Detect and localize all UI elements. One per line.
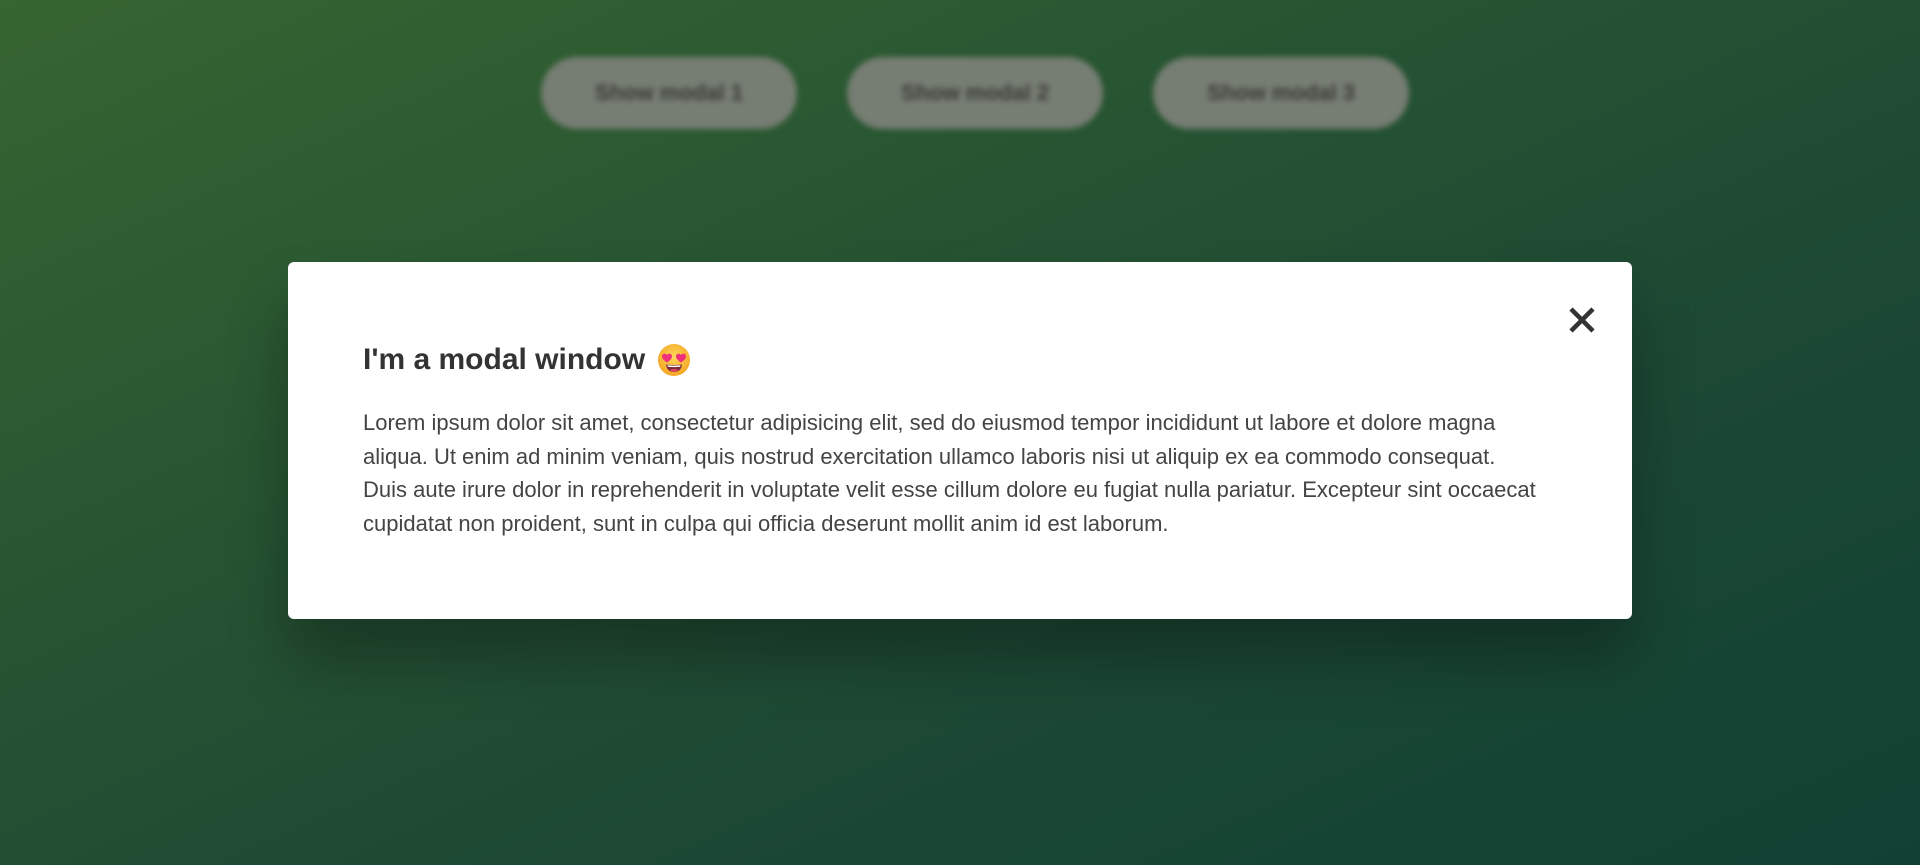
modal-body-text: Lorem ipsum dolor sit amet, consectetur … xyxy=(363,410,1536,536)
modal-title: I'm a modal window xyxy=(363,340,1557,380)
modal-window: I'm a modal window Lorem ipsum dolor sit… xyxy=(288,262,1632,619)
modal-title-text: I'm a modal window xyxy=(363,343,646,376)
heart-eyes-emoji-icon xyxy=(658,344,691,376)
close-icon xyxy=(1569,307,1595,333)
close-modal-button[interactable] xyxy=(1560,282,1604,342)
